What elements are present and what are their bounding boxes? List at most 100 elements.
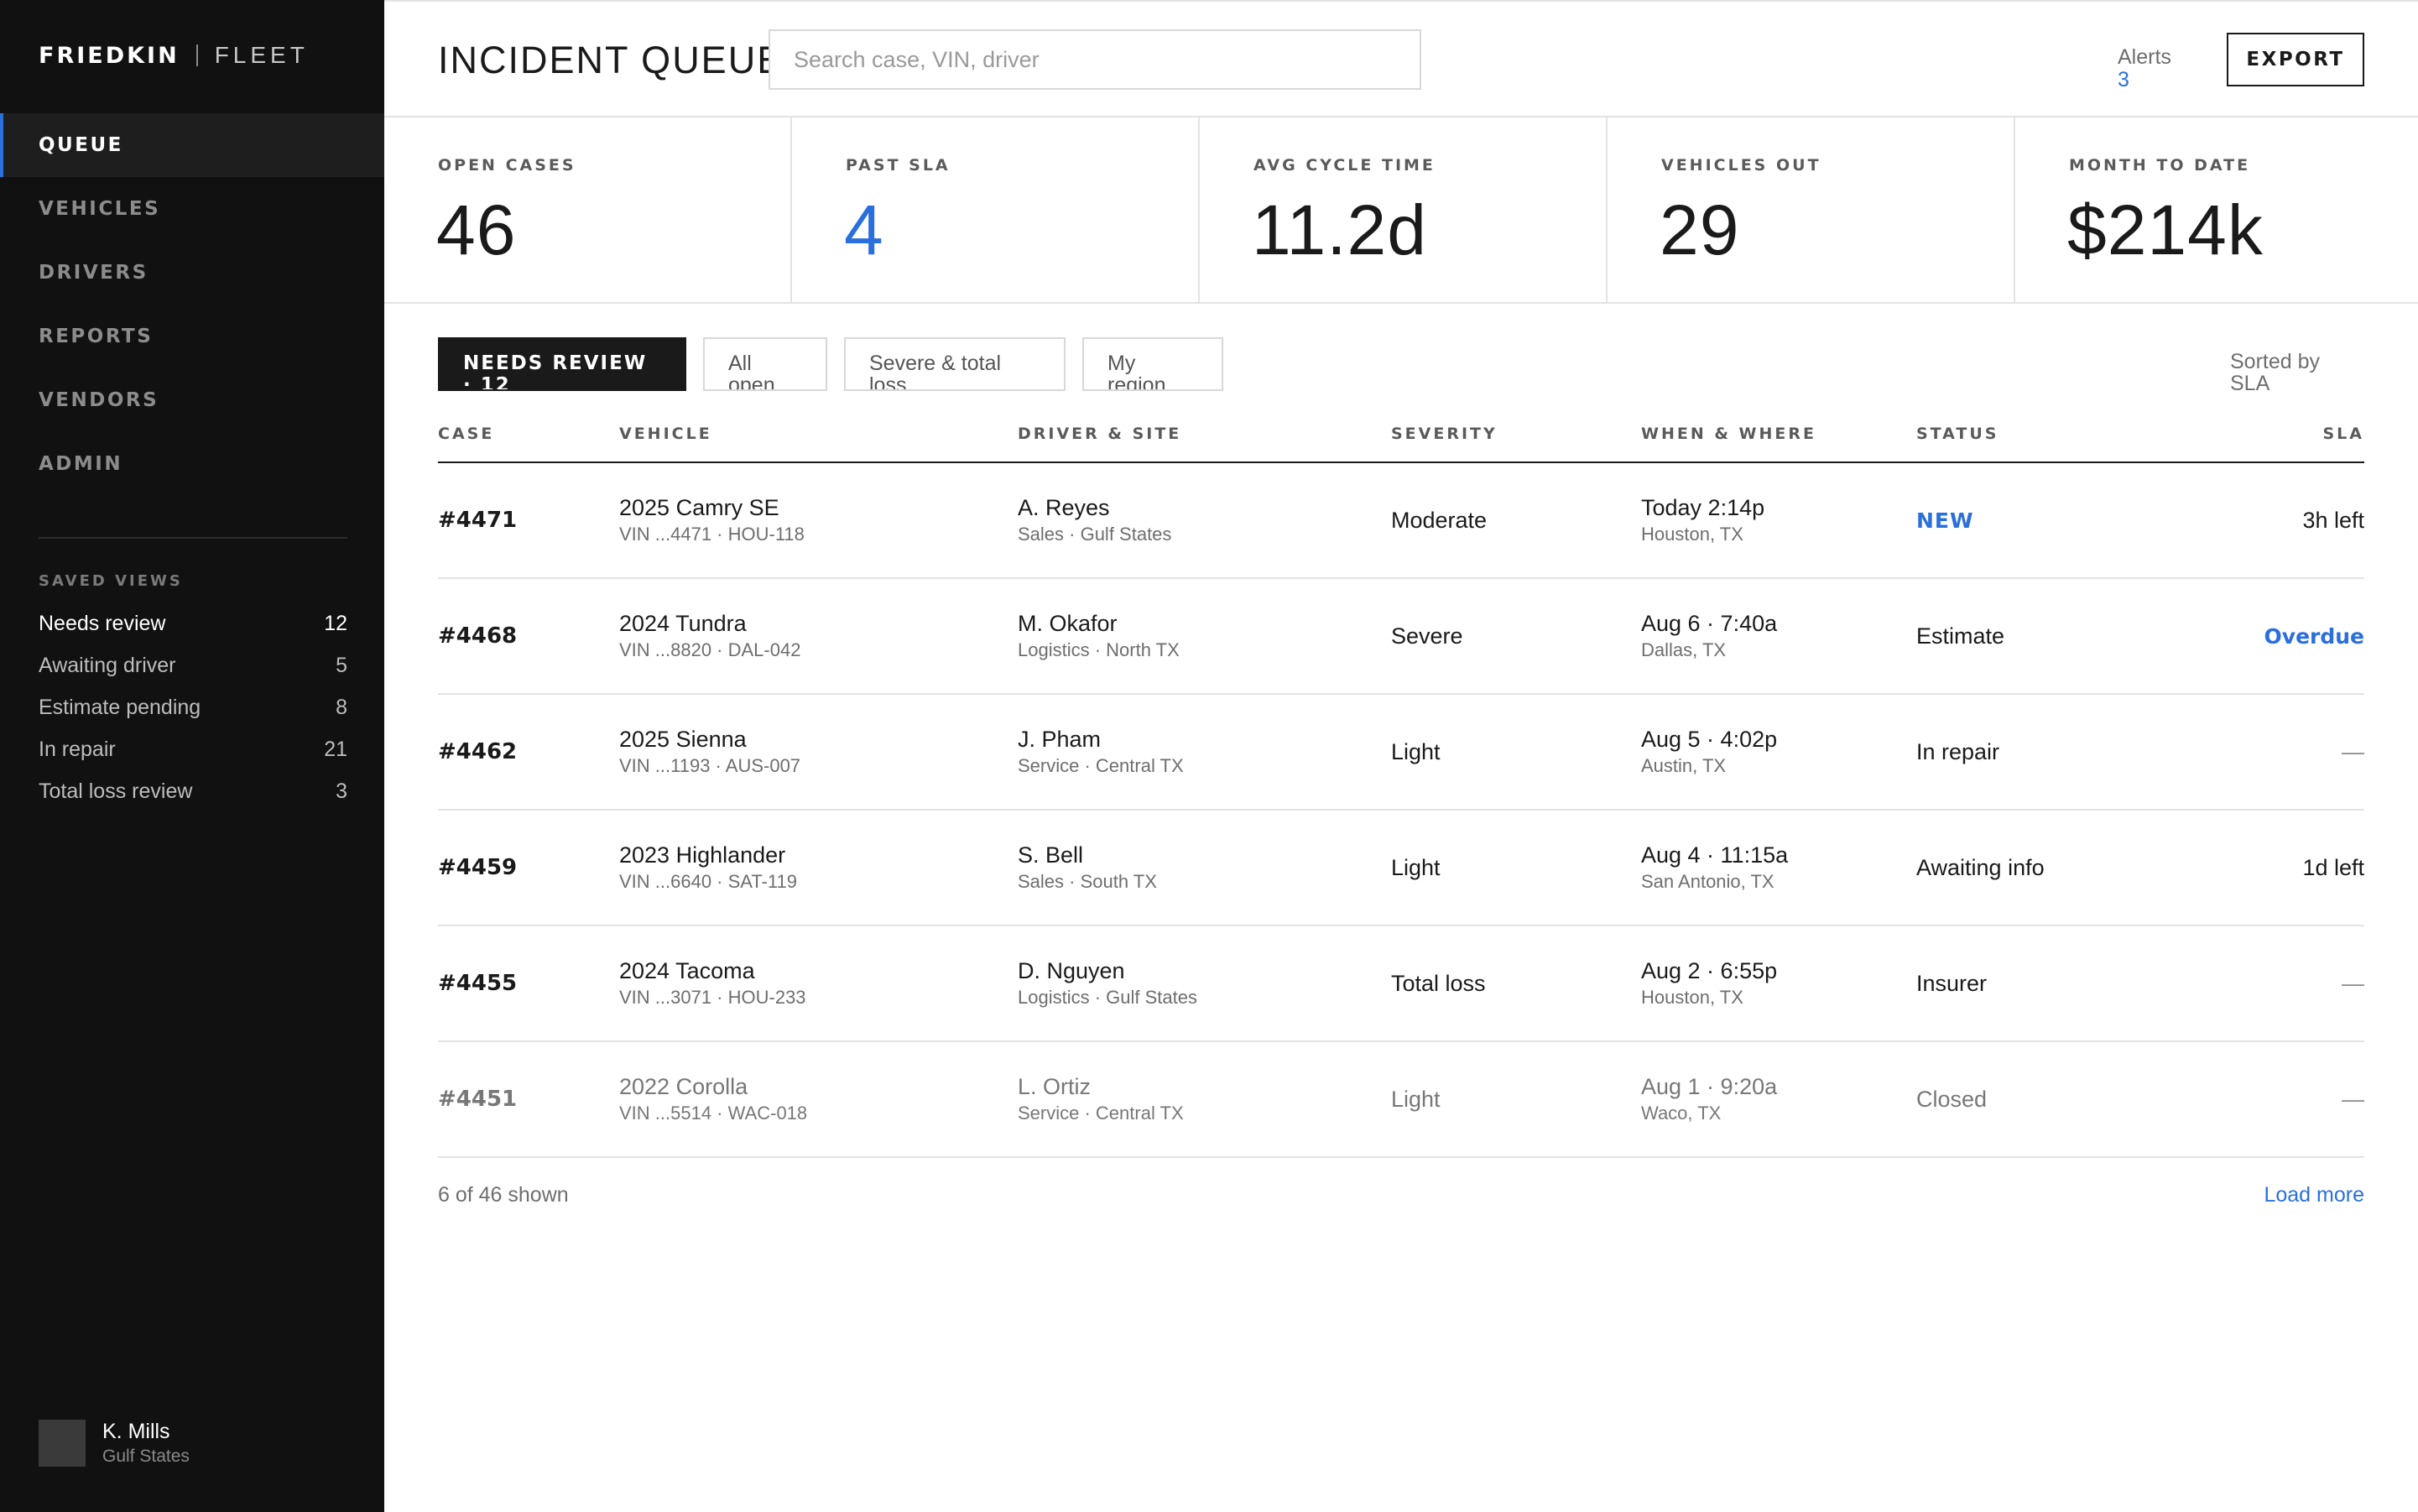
driver-name: D. Nguyen bbox=[1018, 958, 1125, 983]
table-row[interactable]: #4455 2024 Tacoma VIN ...3071 · HOU-233 … bbox=[438, 926, 2364, 1042]
driver-cell: M. Okafor Logistics · North TX bbox=[1018, 579, 1180, 693]
severity-value: Light bbox=[1391, 739, 1441, 764]
incident-location: Houston, TX bbox=[1641, 524, 1743, 545]
status-cell: In repair bbox=[1916, 695, 1999, 809]
sidebar: FRIEDKIN FLEET QUEUE VEHICLES DRIVERS RE… bbox=[0, 0, 384, 1512]
nav-item-admin[interactable]: ADMIN bbox=[0, 432, 384, 496]
col-severity[interactable]: SEVERITY bbox=[1391, 425, 1498, 443]
driver-site: Service · Central TX bbox=[1018, 1103, 1184, 1124]
incident-time: Aug 2 · 6:55p bbox=[1641, 958, 1778, 983]
case-id[interactable]: #4459 bbox=[438, 811, 517, 925]
driver-site: Service · Central TX bbox=[1018, 755, 1184, 776]
saved-view-count: 5 bbox=[336, 653, 347, 677]
table-row[interactable]: #4462 2025 Sienna VIN ...1193 · AUS-007 … bbox=[438, 695, 2364, 811]
main-content: INCIDENT QUEUE Alerts 3 EXPORT OPEN CASE… bbox=[384, 0, 2418, 1512]
filter-needs-review[interactable]: NEEDS REVIEW · 12 bbox=[438, 337, 686, 391]
nav-item-vehicles[interactable]: VEHICLES bbox=[0, 177, 384, 241]
vehicle-name: 2025 Sienna bbox=[619, 727, 747, 752]
incident-location: Waco, TX bbox=[1641, 1103, 1722, 1124]
status-text: Estimate bbox=[1916, 623, 2005, 649]
incident-time: Aug 4 · 11:15a bbox=[1641, 842, 1789, 868]
avatar bbox=[39, 1420, 86, 1467]
driver-cell: J. Pham Service · Central TX bbox=[1018, 695, 1184, 809]
case-id[interactable]: #4455 bbox=[438, 926, 517, 1040]
stat-past-sla: PAST SLA 4 bbox=[792, 117, 1200, 302]
nav-item-queue[interactable]: QUEUE bbox=[0, 113, 384, 177]
incident-table: CASE VEHICLE DRIVER & SITE SEVERITY WHEN… bbox=[438, 409, 2364, 1158]
case-id[interactable]: #4471 bbox=[438, 463, 517, 577]
nav-item-drivers[interactable]: DRIVERS bbox=[0, 241, 384, 305]
when-where-cell: Aug 1 · 9:20a Waco, TX bbox=[1641, 1042, 1777, 1156]
export-button[interactable]: EXPORT bbox=[2227, 33, 2364, 86]
vehicle-cell: 2024 Tacoma VIN ...3071 · HOU-233 bbox=[619, 926, 806, 1040]
incident-location: San Antonio, TX bbox=[1641, 871, 1774, 892]
when-where-cell: Aug 4 · 11:15a San Antonio, TX bbox=[1641, 811, 1788, 925]
driver-name: S. Bell bbox=[1018, 842, 1084, 868]
severity-value: Moderate bbox=[1391, 508, 1488, 533]
saved-view-count: 21 bbox=[324, 737, 347, 761]
saved-view-needs-review[interactable]: Needs review 12 bbox=[39, 602, 347, 644]
stat-month-to-date: MONTH TO DATE $214k bbox=[2015, 117, 2418, 302]
nav-item-reports[interactable]: REPORTS bbox=[0, 305, 384, 368]
case-id[interactable]: #4468 bbox=[438, 579, 517, 693]
stats-bar: OPEN CASES 46 PAST SLA 4 AVG CYCLE TIME … bbox=[384, 117, 2418, 304]
when-where-cell: Aug 6 · 7:40a Dallas, TX bbox=[1641, 579, 1777, 693]
stat-value: 11.2d bbox=[1252, 190, 1427, 269]
case-id[interactable]: #4462 bbox=[438, 695, 517, 809]
driver-site: Sales · South TX bbox=[1018, 871, 1157, 892]
saved-view-total-loss-review[interactable]: Total loss review 3 bbox=[39, 770, 347, 812]
nav-item-vendors[interactable]: VENDORS bbox=[0, 368, 384, 432]
user-name: K. Mills bbox=[102, 1420, 170, 1443]
vehicle-name: 2024 Tacoma bbox=[619, 958, 755, 983]
severity-cell: Light bbox=[1391, 695, 1441, 809]
sla-value: 1d left bbox=[2302, 854, 2364, 880]
incident-location: Houston, TX bbox=[1641, 987, 1743, 1008]
sla-value: — bbox=[2342, 1086, 2364, 1112]
results-count: 6 of 46 shown bbox=[438, 1183, 569, 1207]
sla-cell: — bbox=[2342, 926, 2364, 1040]
filter-my-region[interactable]: My region bbox=[1082, 337, 1223, 391]
vehicle-vin: VIN ...1193 · AUS-007 bbox=[619, 755, 801, 776]
brand-divider bbox=[195, 44, 198, 66]
sla-value: 3h left bbox=[2302, 507, 2364, 533]
search-input[interactable] bbox=[769, 29, 1421, 90]
filter-all-open[interactable]: All open bbox=[703, 337, 827, 391]
alerts-indicator[interactable]: Alerts 3 bbox=[2118, 45, 2171, 91]
vehicle-vin: VIN ...6640 · SAT-119 bbox=[619, 871, 797, 892]
driver-name: J. Pham bbox=[1018, 727, 1102, 752]
when-where-cell: Aug 2 · 6:55p Houston, TX bbox=[1641, 926, 1777, 1040]
vehicle-cell: 2024 Tundra VIN ...8820 · DAL-042 bbox=[619, 579, 800, 693]
table-row[interactable]: #4459 2023 Highlander VIN ...6640 · SAT-… bbox=[438, 811, 2364, 926]
vehicle-vin: VIN ...3071 · HOU-233 bbox=[619, 987, 806, 1008]
col-when-where[interactable]: WHEN & WHERE bbox=[1641, 425, 1816, 443]
col-sla[interactable]: SLA bbox=[2323, 425, 2365, 443]
status-text: Awaiting info bbox=[1916, 855, 2045, 880]
col-vehicle[interactable]: VEHICLE bbox=[619, 425, 712, 443]
col-case[interactable]: CASE bbox=[438, 425, 494, 443]
severity-value: Light bbox=[1391, 855, 1441, 880]
col-driver-site[interactable]: DRIVER & SITE bbox=[1018, 425, 1181, 443]
saved-view-count: 12 bbox=[324, 611, 347, 635]
table-row[interactable]: #4471 2025 Camry SE VIN ...4471 · HOU-11… bbox=[438, 463, 2364, 579]
saved-view-awaiting-driver[interactable]: Awaiting driver 5 bbox=[39, 644, 347, 686]
status-cell: Closed bbox=[1916, 1042, 1987, 1156]
saved-view-in-repair[interactable]: In repair 21 bbox=[39, 728, 347, 770]
col-status[interactable]: STATUS bbox=[1916, 425, 1998, 443]
sort-indicator[interactable]: Sorted by SLA bbox=[2230, 351, 2348, 394]
filter-severe-total-loss[interactable]: Severe & total loss bbox=[844, 337, 1066, 391]
table-row[interactable]: #4451 2022 Corolla VIN ...5514 · WAC-018… bbox=[438, 1042, 2364, 1158]
case-id[interactable]: #4451 bbox=[438, 1042, 517, 1156]
driver-cell: L. Ortiz Service · Central TX bbox=[1018, 1042, 1184, 1156]
status-cell: Awaiting info bbox=[1916, 811, 2045, 925]
stat-avg-cycle-time: AVG CYCLE TIME 11.2d bbox=[1200, 117, 1608, 302]
brand-logo[interactable]: FRIEDKIN FLEET bbox=[39, 39, 309, 72]
saved-view-estimate-pending[interactable]: Estimate pending 8 bbox=[39, 686, 347, 728]
sla-cell: — bbox=[2342, 1042, 2364, 1156]
load-more-link[interactable]: Load more bbox=[2264, 1183, 2364, 1207]
stat-label: PAST SLA bbox=[846, 156, 951, 175]
vehicle-vin: VIN ...5514 · WAC-018 bbox=[619, 1103, 808, 1124]
table-row[interactable]: #4468 2024 Tundra VIN ...8820 · DAL-042 … bbox=[438, 579, 2364, 695]
vehicle-cell: 2025 Sienna VIN ...1193 · AUS-007 bbox=[619, 695, 800, 809]
user-profile[interactable]: K. Mills Gulf States bbox=[39, 1418, 190, 1468]
vehicle-name: 2022 Corolla bbox=[619, 1074, 748, 1099]
